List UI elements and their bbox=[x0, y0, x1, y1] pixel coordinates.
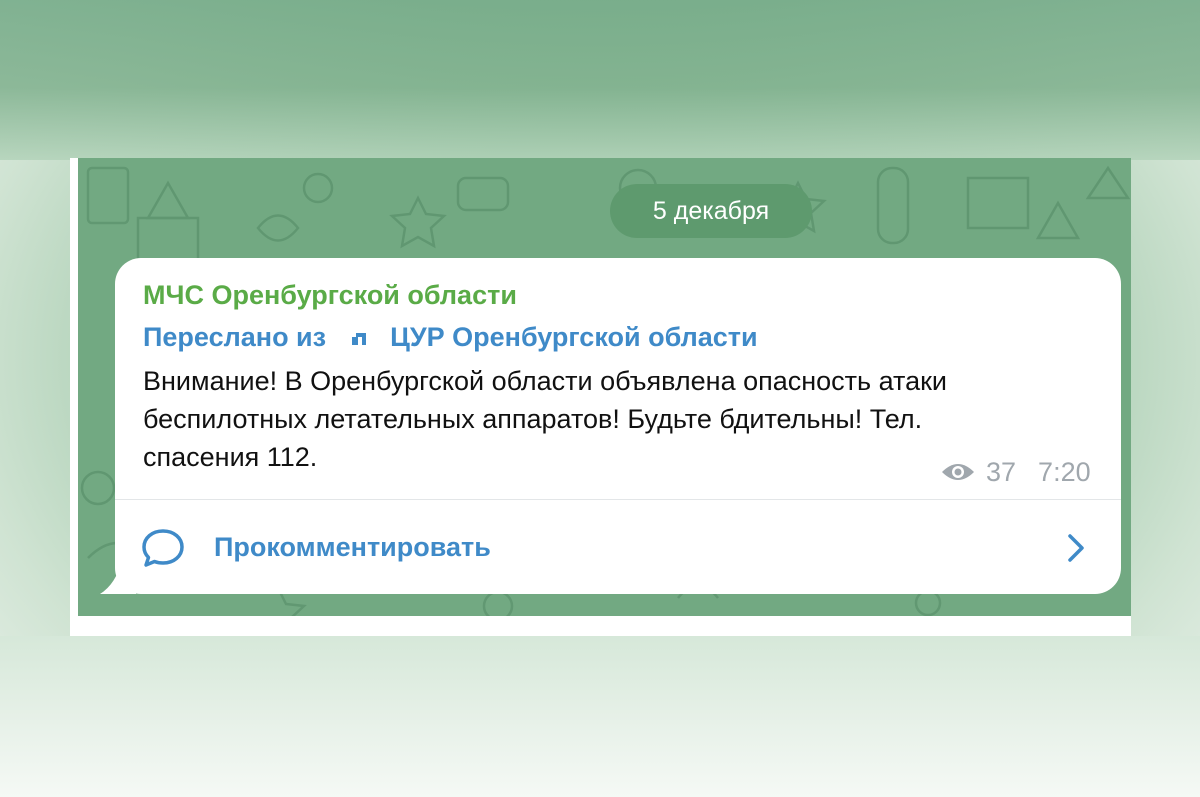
sender-name[interactable]: МЧС Оренбургской области bbox=[143, 280, 517, 311]
message-time: 7:20 bbox=[1038, 456, 1091, 487]
speech-bubble-icon bbox=[142, 529, 184, 567]
forwarded-prefix: Переслано из bbox=[143, 322, 327, 352]
message-text-line: Внимание! В Оренбургской области объявле… bbox=[143, 366, 948, 396]
chevron-right-icon bbox=[1068, 534, 1084, 562]
view-count: 37 bbox=[986, 456, 1017, 487]
eye-icon bbox=[942, 464, 974, 480]
comment-label: Прокомментировать bbox=[214, 532, 491, 562]
blurred-background-bottom bbox=[0, 636, 1200, 797]
message-meta: 37 7:20 bbox=[940, 456, 1091, 488]
message-text-line: беспилотных летательных аппаратов! Будьт… bbox=[143, 404, 923, 434]
comment-button[interactable]: Прокомментировать bbox=[115, 500, 1121, 594]
date-separator: 5 декабря bbox=[610, 184, 812, 238]
forwarded-header[interactable]: Переслано из ЦУР Оренбургской области bbox=[143, 322, 758, 353]
forward-channel-icon bbox=[352, 332, 367, 345]
forwarded-source: ЦУР Оренбургской области bbox=[390, 322, 758, 352]
blurred-background-top bbox=[0, 0, 1200, 160]
